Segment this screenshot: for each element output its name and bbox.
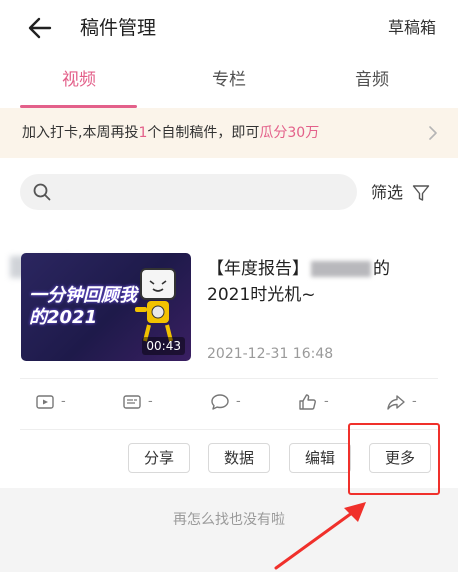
play-count-icon <box>36 395 54 409</box>
publish-date: 2021-12-31 16:48 <box>207 346 334 362</box>
page-title: 稿件管理 <box>80 17 157 39</box>
edit-button[interactable]: 编辑 <box>289 443 351 473</box>
tab-audio[interactable]: 音频 <box>322 66 422 94</box>
chevron-right-icon <box>429 126 437 140</box>
tv-mascot-icon <box>135 268 176 342</box>
blurred-username <box>311 261 371 277</box>
filter-button[interactable]: 筛选 <box>371 182 403 204</box>
comment-icon <box>211 394 229 410</box>
tab-column[interactable]: 专栏 <box>179 66 279 94</box>
back-arrow-icon[interactable] <box>26 14 54 42</box>
drafts-button[interactable]: 草稿箱 <box>388 16 436 40</box>
banner-text: 加入打卡,本周再投1个自制稿件，即可瓜分30万 <box>22 125 320 141</box>
search-bar-row: 筛选 <box>0 158 458 227</box>
share-arrow-icon <box>387 395 405 410</box>
video-thumbnail[interactable]: 一分钟回顾我的2021 00:43 <box>21 253 191 361</box>
checkin-banner[interactable]: 加入打卡,本周再投1个自制稿件，即可瓜分30万 <box>0 108 458 158</box>
tab-video[interactable]: 视频 <box>29 66 129 94</box>
search-icon <box>33 183 51 201</box>
divider <box>20 378 438 379</box>
top-app-bar: 稿件管理 草稿箱 <box>0 0 458 56</box>
data-button[interactable]: 数据 <box>208 443 270 473</box>
content-type-tabs: 视频 专栏 音频 <box>0 56 458 108</box>
video-duration: 00:43 <box>142 337 185 355</box>
danmaku-icon <box>123 395 141 409</box>
share-button[interactable]: 分享 <box>128 443 190 473</box>
end-of-list-message: 再怎么找也没有啦 <box>173 512 285 528</box>
thumbs-up-icon <box>299 394 316 410</box>
annotation-arrow-icon <box>274 502 366 570</box>
filter-funnel-icon[interactable] <box>412 184 430 202</box>
search-input[interactable] <box>20 174 357 210</box>
video-title[interactable]: 【年度报告】 的2021时光机~ <box>207 256 432 308</box>
annotation-highlight-box <box>348 423 440 495</box>
thumbnail-caption: 一分钟回顾我的2021 <box>29 285 137 328</box>
